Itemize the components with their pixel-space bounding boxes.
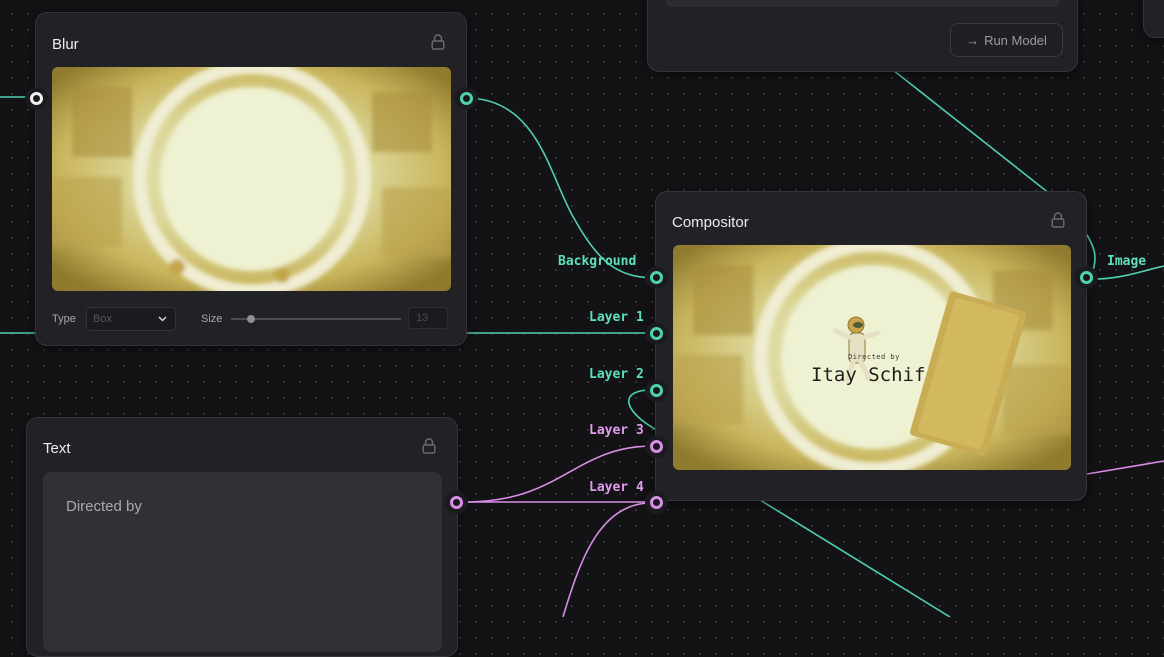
node-title: Compositor	[672, 214, 749, 231]
wire-right-exit	[1086, 460, 1164, 475]
blur-node[interactable]: Blur Type Box Size 13	[35, 12, 467, 346]
layer3-input-port[interactable]	[650, 440, 663, 453]
overlay-small-text: Directed by	[848, 353, 900, 361]
wire-compositor-down	[759, 499, 951, 617]
image-output-port[interactable]	[1080, 271, 1093, 284]
node-title: Text	[43, 440, 71, 457]
model-input-field[interactable]	[666, 0, 1060, 7]
chevron-down-icon	[158, 316, 167, 322]
text-output-port[interactable]	[450, 496, 463, 509]
wire-layer4-down	[562, 502, 652, 617]
slider-track	[231, 318, 401, 320]
size-label: Size	[201, 313, 223, 325]
port-label-layer3: Layer 3	[589, 423, 644, 438]
size-input[interactable]: 13	[408, 307, 448, 329]
blur-preview-image	[52, 67, 451, 291]
port-label-image: Image	[1107, 254, 1147, 269]
lock-icon[interactable]	[422, 438, 436, 454]
lock-icon[interactable]	[1051, 212, 1065, 228]
blur-output-port[interactable]	[460, 92, 473, 105]
node-title: Blur	[52, 36, 79, 53]
compositor-preview-image: Directed by Itay Schif	[673, 245, 1071, 470]
text-node[interactable]: Text Directed by	[26, 417, 458, 657]
text-input-value: Directed by	[66, 498, 142, 515]
layer1-input-port[interactable]	[650, 327, 663, 340]
type-label: Type	[52, 313, 76, 325]
layer4-input-port[interactable]	[650, 496, 663, 509]
lock-icon[interactable]	[431, 34, 445, 50]
text-input-area[interactable]: Directed by	[43, 472, 442, 652]
slider-thumb[interactable]	[247, 315, 256, 323]
blur-input-port[interactable]	[30, 92, 43, 105]
type-select[interactable]: Box	[86, 307, 176, 331]
run-model-button[interactable]: → Run Model	[950, 23, 1063, 57]
run-model-label: Run Model	[984, 32, 1047, 48]
arrow-right-icon: →	[966, 32, 980, 48]
type-select-value: Box	[93, 313, 112, 325]
port-label-layer1: Layer 1	[589, 310, 644, 325]
layer2-input-port[interactable]	[650, 384, 663, 397]
port-label-background: Background	[558, 254, 637, 269]
background-input-port[interactable]	[650, 271, 663, 284]
port-label-layer4: Layer 4	[589, 480, 644, 495]
port-label-layer2: Layer 2	[589, 367, 644, 382]
size-input-value: 13	[416, 312, 429, 324]
wire-blur-to-background	[465, 97, 658, 279]
size-slider[interactable]	[231, 313, 401, 325]
compositor-node[interactable]: Compositor Directed by Itay Schif	[655, 191, 1087, 501]
partial-node-right	[1143, 0, 1164, 38]
overlay-large-text: Itay Schif	[811, 364, 926, 386]
model-node: → Run Model	[647, 0, 1078, 72]
